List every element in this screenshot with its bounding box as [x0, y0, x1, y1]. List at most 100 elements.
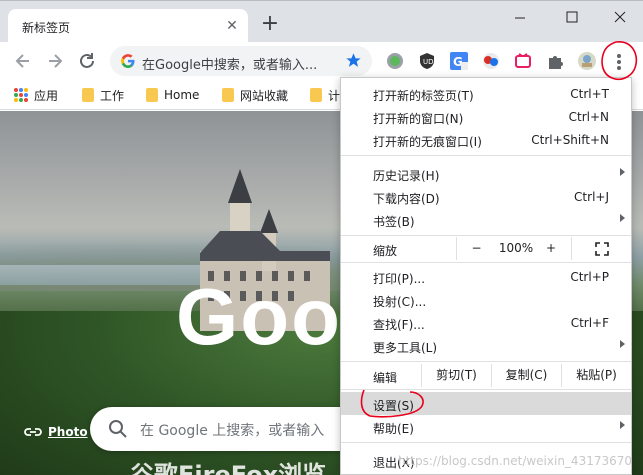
menu-item-shortcut: Ctrl+N	[568, 110, 609, 124]
kebab-menu-icon[interactable]	[609, 50, 629, 74]
zoom-in-button[interactable]: +	[536, 237, 566, 260]
menu-item-print[interactable]: 打印(P)... Ctrl+P	[341, 265, 631, 288]
window-close-icon[interactable]	[605, 5, 635, 29]
puzzle-extensions-icon[interactable]	[546, 52, 564, 70]
zoom-out-button[interactable]: −	[456, 237, 496, 260]
bookmark-label: 应用	[34, 88, 59, 103]
menu-separator	[341, 389, 631, 390]
menu-item-shortcut: Ctrl+F	[570, 316, 609, 330]
tab-new-tab[interactable]: 新标签页 ✕	[8, 9, 248, 43]
fullscreen-icon[interactable]	[571, 237, 631, 260]
submenu-arrow-icon	[620, 340, 625, 348]
menu-item-new-tab[interactable]: 打开新的标签页(T) Ctrl+T	[341, 82, 631, 105]
menu-item-settings[interactable]: 设置(S)	[341, 392, 631, 415]
bookmark-label: 工作	[100, 88, 125, 103]
folder-icon	[310, 88, 322, 102]
tab-title: 新标签页	[22, 21, 71, 35]
menu-item-label: 下载内容(D)	[373, 192, 440, 206]
submenu-arrow-icon	[620, 421, 625, 429]
menu-separator	[341, 361, 631, 362]
paste-button[interactable]: 粘贴(P)	[561, 364, 631, 387]
bookmark-star-icon[interactable]	[345, 52, 362, 69]
bookmark-label: 网站收藏	[240, 88, 289, 103]
search-placeholder: 在 Google 上搜索，或者输入	[140, 423, 325, 439]
menu-item-label: 打开新的标签页(T)	[373, 89, 474, 103]
bookmark-apps[interactable]: 应用	[14, 87, 58, 103]
toolbar: 在Google中搜索，或者输入... UD G	[0, 42, 643, 80]
new-tab-button[interactable]: +	[258, 13, 282, 37]
menu-item-label: 查找(F)...	[373, 318, 425, 332]
menu-item-downloads[interactable]: 下载内容(D) Ctrl+J	[341, 185, 631, 208]
green-circle-extension-icon[interactable]	[386, 52, 404, 70]
bookmark-folder-partial[interactable]: 计	[310, 87, 340, 103]
search-icon	[109, 420, 127, 438]
watermark: https://blog.csdn.net/weixin_43173670	[398, 454, 633, 468]
menu-item-help[interactable]: 帮助(E)	[341, 415, 631, 438]
menu-separator	[341, 155, 631, 156]
menu-item-find[interactable]: 查找(F)... Ctrl+F	[341, 311, 631, 334]
bookmark-label: Home	[164, 88, 200, 102]
avatar[interactable]	[578, 52, 596, 70]
translate-extension-icon[interactable]: G	[450, 52, 468, 70]
copy-button[interactable]: 复制(C)	[491, 364, 561, 387]
tab-strip: 新标签页 ✕ +	[0, 0, 643, 43]
bookmark-folder-work[interactable]: 工作	[82, 87, 124, 103]
menu-item-bookmarks[interactable]: 书签(B)	[341, 208, 631, 231]
menu-item-label: 打开新的窗口(N)	[373, 112, 464, 126]
svg-text:UD: UD	[423, 58, 434, 66]
address-bar-placeholder: 在Google中搜索，或者输入...	[142, 58, 318, 73]
edit-label: 编辑	[373, 371, 398, 385]
ublock-shield-icon[interactable]: UD	[418, 52, 436, 70]
zoom-label: 缩放	[373, 244, 398, 258]
bookmark-folder-home[interactable]: Home	[146, 87, 199, 103]
menu-item-shortcut: Ctrl+Shift+N	[531, 133, 609, 147]
reload-icon[interactable]	[76, 50, 98, 72]
menu-item-shortcut: Ctrl+T	[570, 87, 609, 101]
menu-item-history[interactable]: 历史记录(H)	[341, 162, 631, 185]
zoom-level: 100%	[498, 241, 534, 255]
apps-grid-icon	[14, 88, 28, 102]
link-icon	[24, 428, 42, 436]
maximize-icon[interactable]	[557, 5, 587, 29]
forward-arrow-icon[interactable]	[44, 50, 66, 72]
close-icon[interactable]: ✕	[224, 18, 240, 34]
folder-icon	[222, 88, 234, 102]
page-bottom-text: 谷歌FireFox浏览	[130, 461, 327, 475]
menu-separator	[341, 262, 631, 263]
menu-item-label: 投射(C)...	[373, 295, 427, 309]
menu-item-label: 设置(S)	[373, 399, 414, 413]
pink-extension-icon[interactable]	[514, 52, 532, 70]
folder-icon	[146, 88, 158, 102]
submenu-arrow-icon	[620, 214, 625, 222]
menu-item-new-window[interactable]: 打开新的窗口(N) Ctrl+N	[341, 105, 631, 128]
menu-separator	[341, 235, 631, 236]
google-logo: Goo	[176, 272, 342, 361]
back-arrow-icon[interactable]	[12, 50, 34, 72]
cut-button[interactable]: 剪切(T)	[421, 364, 491, 387]
menu-edit-row: 编辑 剪切(T) 复制(C) 粘贴(P)	[341, 364, 631, 387]
photo-credit-label: Photo	[48, 425, 88, 439]
menu-item-label: 更多工具(L)	[373, 341, 438, 355]
menu-zoom-row: 缩放 − 100% +	[341, 237, 631, 260]
menu-item-label: 帮助(E)	[373, 422, 414, 436]
chrome-main-menu: 打开新的标签页(T) Ctrl+T 打开新的窗口(N) Ctrl+N 打开新的无…	[340, 77, 632, 475]
address-bar[interactable]: 在Google中搜索，或者输入...	[110, 46, 372, 76]
menu-item-cast[interactable]: 投射(C)...	[341, 288, 631, 311]
menu-item-label: 打印(P)...	[373, 272, 426, 286]
menu-item-label: 历史记录(H)	[373, 169, 440, 183]
menu-item-shortcut: Ctrl+P	[570, 270, 609, 284]
submenu-arrow-icon	[620, 168, 625, 176]
menu-separator	[341, 442, 631, 443]
google-g-icon	[121, 54, 135, 68]
menu-item-incognito[interactable]: 打开新的无痕窗口(I) Ctrl+Shift+N	[341, 128, 631, 151]
folder-icon	[82, 88, 94, 102]
menu-item-label: 书签(B)	[373, 215, 415, 229]
red-blue-extension-icon[interactable]	[482, 52, 500, 70]
bookmark-folder-sites[interactable]: 网站收藏	[222, 87, 288, 103]
menu-item-shortcut: Ctrl+J	[574, 190, 609, 204]
photo-credit-link[interactable]: Photo	[24, 425, 88, 439]
menu-item-more-tools[interactable]: 更多工具(L)	[341, 334, 631, 357]
menu-item-label: 打开新的无痕窗口(I)	[373, 135, 482, 149]
minimize-icon[interactable]	[505, 5, 535, 29]
bookmark-label: 计	[328, 88, 341, 103]
